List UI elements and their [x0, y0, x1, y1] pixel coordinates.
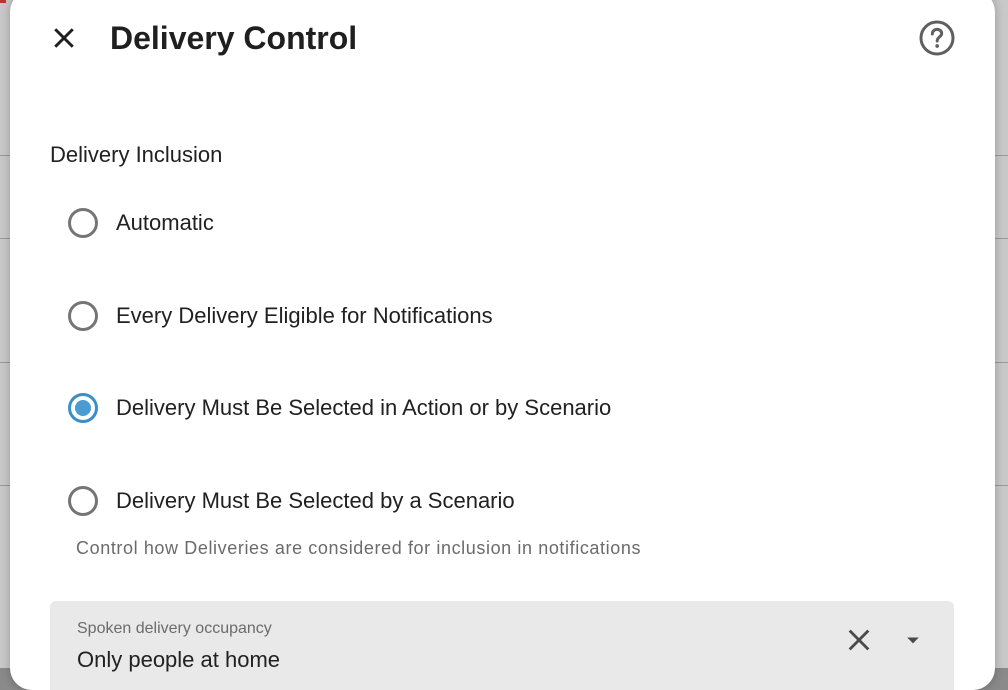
- select-caption: Spoken delivery occupancy: [77, 620, 272, 637]
- radio-label: Automatic: [116, 210, 214, 235]
- radio-automatic[interactable]: Automatic: [68, 203, 214, 243]
- radio-button-checked[interactable]: [68, 393, 98, 423]
- dropdown-button[interactable]: [896, 623, 930, 657]
- help-button[interactable]: [917, 18, 957, 58]
- radio-button-unchecked[interactable]: [68, 208, 98, 238]
- radio-label: Delivery Must Be Selected in Action or b…: [116, 395, 612, 420]
- radio-button-unchecked[interactable]: [68, 486, 98, 516]
- delivery-inclusion-label: Delivery Inclusion: [50, 142, 223, 167]
- background-fragment: [0, 0, 6, 3]
- spoken-delivery-occupancy-select[interactable]: Spoken delivery occupancy Only people at…: [50, 601, 954, 690]
- dialog-title: Delivery Control: [110, 20, 358, 56]
- radio-selected-in-action-or-scenario[interactable]: Delivery Must Be Selected in Action or b…: [68, 388, 611, 428]
- radio-button-unchecked[interactable]: [68, 301, 98, 331]
- radio-label: Every Delivery Eligible for Notification…: [116, 303, 493, 328]
- help-circle-icon: [919, 20, 955, 56]
- radio-selected-by-scenario[interactable]: Delivery Must Be Selected by a Scenario: [68, 481, 515, 521]
- delivery-control-dialog: Delivery Control Delivery Inclusion Auto…: [10, 0, 995, 690]
- dropdown-arrow-icon: [907, 637, 919, 644]
- radio-every-delivery[interactable]: Every Delivery Eligible for Notification…: [68, 296, 493, 336]
- delivery-inclusion-helper-text: Control how Deliveries are considered fo…: [76, 538, 642, 558]
- radio-label: Delivery Must Be Selected by a Scenario: [116, 488, 515, 513]
- close-icon: [54, 28, 74, 48]
- clear-selection-button[interactable]: [842, 623, 876, 657]
- select-value: Only people at home: [77, 647, 281, 672]
- close-button[interactable]: [44, 18, 84, 58]
- clear-icon: [848, 629, 870, 651]
